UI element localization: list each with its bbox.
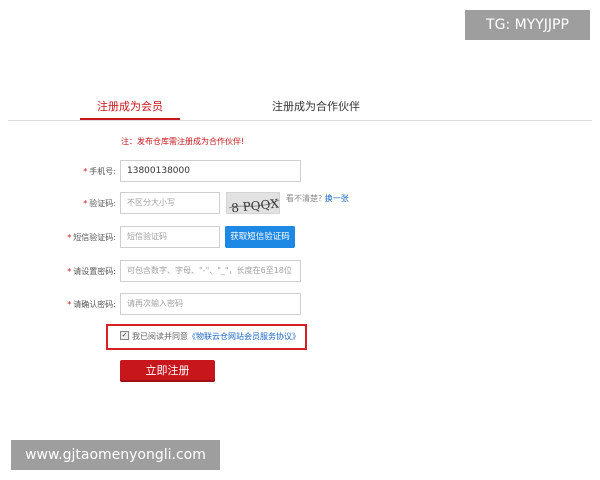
captcha-image[interactable]: 8 PQQX — [226, 192, 280, 214]
required-mark: * — [83, 199, 88, 208]
partner-notice: 注：发布仓库需注册成为合作伙伴! — [121, 137, 245, 146]
register-tabs: 注册成为会员 注册成为合作伙伴 — [8, 96, 592, 121]
confirm-password-row: * 请确认密码: — [0, 293, 600, 317]
sms-code-input[interactable] — [120, 226, 220, 248]
register-button[interactable]: 立即注册 — [120, 360, 215, 382]
required-mark: * — [67, 233, 72, 242]
agreement-row: ✓ 我已阅读并同意《物联云仓网站会员服务协议》 — [120, 326, 300, 348]
registration-page: TG: MYYJJPP 注册成为会员 注册成为合作伙伴 注：发布仓库需注册成为合… — [0, 0, 600, 480]
captcha-hint: 看不清楚? 换一张 — [286, 194, 349, 203]
captcha-input[interactable] — [120, 192, 220, 214]
captcha-row: *验证码: 8 PQQX 看不清楚? 换一张 — [0, 192, 600, 216]
password-label: * 请设置密码: — [67, 267, 116, 276]
watermark-top: TG: MYYJJPP — [465, 10, 590, 40]
get-sms-code-button[interactable]: 获取短信验证码 — [225, 226, 295, 248]
sms-row: *短信验证码: 获取短信验证码 — [0, 226, 600, 250]
password-input[interactable] — [120, 260, 301, 282]
required-mark: * — [83, 167, 88, 176]
required-mark: * — [67, 267, 72, 276]
phone-input[interactable] — [120, 160, 301, 182]
agreement-checkbox[interactable]: ✓ — [120, 331, 129, 340]
password-row: * 请设置密码: — [0, 260, 600, 284]
captcha-refresh-link[interactable]: 换一张 — [325, 194, 349, 203]
confirm-password-label: * 请确认密码: — [67, 300, 116, 309]
watermark-bottom: www.gjtaomenyongli.com — [11, 440, 220, 470]
tab-member[interactable]: 注册成为会员 — [80, 96, 180, 120]
confirm-password-input[interactable] — [120, 293, 301, 315]
sms-label: * 短信验证码: — [67, 233, 116, 242]
captcha-label: * 验证码: — [83, 199, 116, 208]
agreement-link[interactable]: 《物联云仓网站会员服务协议》 — [188, 332, 300, 341]
phone-label: * 手机号: — [83, 167, 116, 176]
agreement-text: 我已阅读并同意 — [132, 332, 188, 341]
phone-row: * 手机号: — [0, 160, 600, 184]
captcha-graphic: 8 PQQX — [227, 193, 279, 213]
required-mark: * — [67, 300, 72, 309]
agreement-highlight: ✓ 我已阅读并同意《物联云仓网站会员服务协议》 — [106, 324, 307, 350]
tab-partner[interactable]: 注册成为合作伙伴 — [266, 96, 366, 118]
